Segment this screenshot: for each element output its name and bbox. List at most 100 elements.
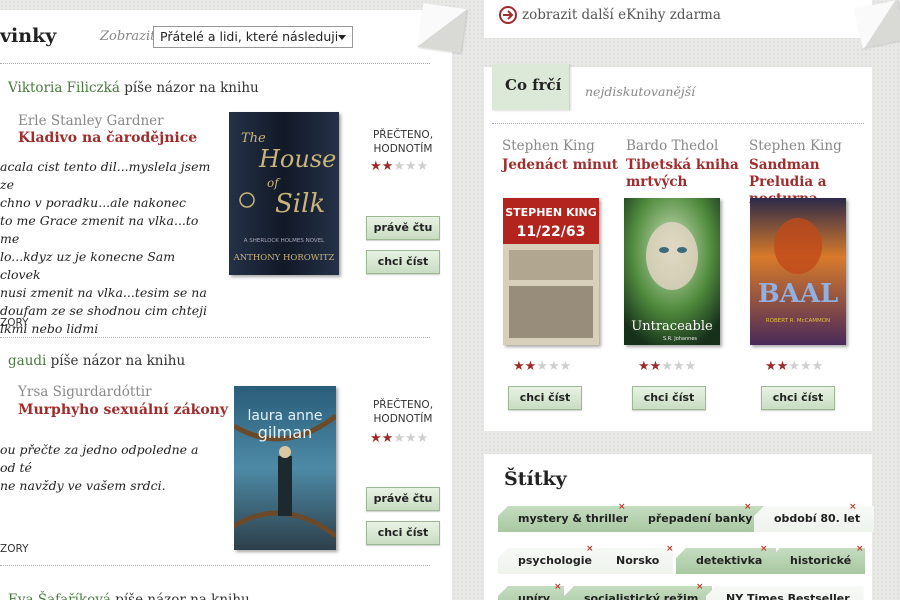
remove-tag-icon[interactable]: × [760,544,768,554]
star-icon[interactable]: ★ [382,159,394,174]
actor-action: píše názor na knihu [119,80,259,96]
tag-item[interactable]: NY Times Bestseller [706,586,864,600]
rating-stars[interactable]: ★★★★★ [638,359,696,374]
star-icon[interactable]: ★ [673,359,685,374]
cover-text: ANTHONY HOROWITZ [233,253,335,263]
star-icon[interactable]: ★ [417,431,429,446]
remove-tag-icon[interactable]: × [696,582,704,592]
comments-link[interactable]: ZORY [0,317,29,329]
feed-title: vinky [0,25,57,47]
book-cover[interactable]: The House of Silk A SHERLOCK HOLMES NOVE… [229,112,339,275]
cover-art: Untraceable S.R. Johannes [624,198,720,345]
cover-text: House [258,145,336,173]
rating-stars[interactable]: ★★★★★ [370,431,428,446]
star-icon[interactable]: ★ [685,359,697,374]
trending-panel: Co frčí nejdiskutovanější Stephen King J… [484,64,872,431]
star-icon[interactable]: ★ [525,359,537,374]
divider [0,337,430,338]
book-cover[interactable]: BAAL ROBERT R. McCAMMON [750,198,846,345]
star-icon[interactable]: ★ [638,359,650,374]
star-icon[interactable]: ★ [405,431,417,446]
star-icon[interactable]: ★ [370,431,382,446]
star-icon[interactable]: ★ [382,431,394,446]
book-title-link[interactable]: Jedenáct minut [502,157,626,174]
tab-trending[interactable]: Co frčí [492,64,570,110]
want-to-read-button[interactable]: chci číst [761,386,835,410]
want-to-read-button[interactable]: chci číst [366,521,440,545]
cover-text: Untraceable [631,319,713,334]
rating-stars[interactable]: ★★★★★ [765,359,823,374]
cover-text: ROBERT R. McCAMMON [766,318,830,324]
arrow-circle-icon[interactable] [498,5,518,25]
want-to-read-button[interactable]: chci číst [508,386,582,410]
star-icon[interactable]: ★ [788,359,800,374]
star-icon[interactable]: ★ [393,431,405,446]
cover-text: A SHERLOCK HOLMES NOVEL [244,238,325,244]
show-filter-select[interactable]: Přátelé a lidi, které následuji [153,26,353,48]
remove-tag-icon[interactable]: × [856,544,864,554]
actor-action: píše názor na knihu [46,353,186,369]
cover-text: STEPHEN KING [505,206,597,219]
user-link[interactable]: Viktoria Filiczká [8,80,120,96]
user-link[interactable]: gaudi [8,353,46,369]
tag-item[interactable]: Norsko [596,548,674,574]
book-cover[interactable]: Untraceable S.R. Johannes [624,198,720,345]
star-icon[interactable]: ★ [661,359,673,374]
cover-text: BAAL [758,279,839,309]
free-ebooks-panel: zobrazit další eKnihy zdarma [484,0,872,38]
star-icon[interactable]: ★ [765,359,777,374]
remove-tag-icon[interactable]: × [666,544,674,554]
remove-tag-icon[interactable]: × [618,502,626,512]
book-cover[interactable]: laura anne gilman [234,386,336,550]
remove-tag-icon[interactable]: × [849,502,857,512]
cover-art: The House of Silk A SHERLOCK HOLMES NOVE… [229,112,339,275]
tags-title: Štítky [504,468,567,490]
star-icon[interactable]: ★ [536,359,548,374]
activity-feed-panel: vinky Zobrazit Přátelé a lidi, které nás… [0,10,452,600]
star-icon[interactable]: ★ [370,159,382,174]
book-author-link[interactable]: Stephen King [502,138,595,154]
star-icon[interactable]: ★ [417,159,429,174]
review-text: ou přečte za jedno odpoledne a od té ne … [0,442,199,493]
star-icon[interactable]: ★ [650,359,662,374]
user-link[interactable]: Eva Šafaříková [8,592,111,600]
star-icon[interactable]: ★ [405,159,417,174]
reading-now-button[interactable]: právě čtu [366,487,440,511]
show-filter-value: Přátelé a lidi, které následuji [160,29,339,44]
book-author-link[interactable]: Yrsa Sigurdardóttir [18,384,152,400]
star-icon[interactable]: ★ [513,359,525,374]
book-author-link[interactable]: Bardo Thedol [626,138,718,154]
book-author-link[interactable]: Stephen King [749,138,842,154]
star-icon[interactable]: ★ [393,159,405,174]
want-to-read-button[interactable]: chci číst [366,250,440,274]
actor-line: gaudi píše názor na knihu [8,353,185,369]
reading-now-button[interactable]: právě čtu [366,216,440,240]
book-cover[interactable]: STEPHEN KING 11/22/63 [503,198,599,345]
rating-stars[interactable]: ★★★★★ [513,359,571,374]
remove-tag-icon[interactable]: × [554,582,562,592]
comments-link[interactable]: ZORY [0,543,29,555]
tag-item[interactable]: historické [770,548,866,574]
cover-text: The [241,131,266,146]
star-icon[interactable]: ★ [548,359,560,374]
book-title-link[interactable]: Tibetská kniha mrtvých [626,157,750,191]
rating-stars[interactable]: ★★★★★ [370,159,428,174]
remove-tag-icon[interactable]: × [586,544,594,554]
trending-book: Bardo Thedol Tibetská kniha mrtvých [626,135,750,191]
more-free-ebooks-link[interactable]: zobrazit další eKnihy zdarma [522,7,721,23]
status-text: PŘEČTENO, HODNOTÍM [372,129,434,155]
book-author-link[interactable]: Erle Stanley Gardner [18,113,164,129]
star-icon[interactable]: ★ [777,359,789,374]
trending-book: Stephen King Jedenáct minut [502,135,626,174]
tag-item[interactable]: socialistický režim [564,586,713,600]
cover-art: BAAL ROBERT R. McCAMMON [750,198,846,345]
star-icon[interactable]: ★ [812,359,824,374]
star-icon[interactable]: ★ [560,359,572,374]
page-fold-decoration [854,0,900,49]
star-icon[interactable]: ★ [800,359,812,374]
remove-tag-icon[interactable]: × [744,502,752,512]
book-title-link[interactable]: Kladivo na čarodějnice [18,130,197,146]
book-title-link[interactable]: Murphyho sexuální zákony [18,402,228,418]
show-filter-label: Zobrazit [100,29,156,44]
want-to-read-button[interactable]: chci číst [632,386,706,410]
